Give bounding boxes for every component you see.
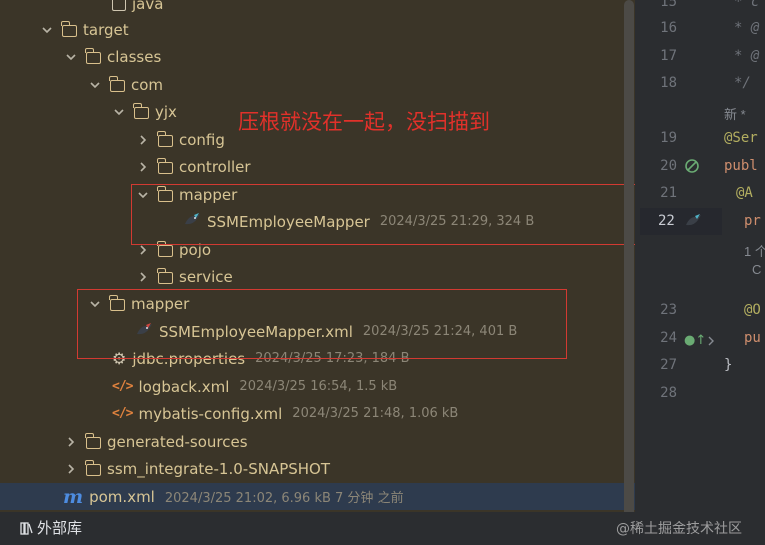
- chevron-down-icon[interactable]: [112, 105, 126, 119]
- chevron-right-icon[interactable]: [136, 160, 150, 174]
- project-tree: java target classes com yjx config contr…: [0, 0, 635, 545]
- library-icon: [20, 521, 33, 535]
- tree-row-pom-xml[interactable]: m pom.xml 2024/3/25 21:02, 6.96 kB 7 分钟 …: [0, 483, 635, 510]
- chevron-down-icon[interactable]: [88, 78, 102, 92]
- tree-row-classes[interactable]: classes: [0, 43, 635, 70]
- folder-icon: [157, 240, 173, 257]
- spring-bean-icon[interactable]: [684, 158, 700, 178]
- tree-row-controller[interactable]: controller: [0, 153, 635, 180]
- chevron-right-icon[interactable]: [64, 435, 78, 449]
- folder-icon: [85, 459, 101, 476]
- tree-row-mybatis-config-xml[interactable]: </> mybatis-config.xml 2024/3/25 21:48, …: [0, 400, 635, 427]
- code-editor[interactable]: * c * @ * @ */ 新 * @Ser publ @A pr 1 个 C…: [722, 0, 765, 545]
- tree-row-java[interactable]: java: [0, 0, 635, 17]
- override-gutter-icon[interactable]: ●↑: [684, 333, 706, 348]
- vertical-scrollbar[interactable]: [624, 0, 634, 540]
- highlight-box-xml-mapper: [77, 289, 567, 359]
- folder-icon: [61, 20, 77, 37]
- xml-file-icon: </>: [112, 379, 134, 394]
- chevron-down-icon[interactable]: [64, 50, 78, 64]
- annotation-text: 压根就没在一起，没扫描到: [238, 110, 490, 134]
- folder-icon: [133, 102, 149, 119]
- folder-icon: [85, 47, 101, 64]
- tree-row-external-libraries[interactable]: 外部库: [20, 517, 82, 538]
- folder-icon: [157, 267, 173, 284]
- bottom-strip: 外部库: [0, 512, 635, 545]
- folder-icon: [85, 432, 101, 449]
- editor-gutter: 15 16 17 18 19 20 21 23 24 27 28: [640, 0, 722, 545]
- highlight-box-class-mapper: [131, 184, 635, 245]
- xml-file-icon: </>: [112, 406, 134, 421]
- tree-row-service[interactable]: service: [0, 263, 635, 290]
- chevron-right-icon[interactable]: [706, 333, 716, 351]
- folder-icon: [157, 130, 173, 147]
- tree-row-com[interactable]: com: [0, 71, 635, 98]
- maven-icon: m: [63, 485, 84, 508]
- chevron-down-icon[interactable]: [40, 23, 54, 37]
- tree-row-target[interactable]: target: [0, 16, 635, 43]
- chevron-right-icon[interactable]: [64, 462, 78, 476]
- chevron-right-icon[interactable]: [136, 133, 150, 147]
- watermark: @稀土掘金技术社区: [616, 521, 742, 537]
- tree-row-snapshot[interactable]: ssm_integrate-1.0-SNAPSHOT: [0, 455, 635, 482]
- chevron-right-icon[interactable]: [136, 270, 150, 284]
- tree-row-generated-sources[interactable]: generated-sources: [0, 428, 635, 455]
- folder-icon: [109, 75, 125, 92]
- mybatis-gutter-icon[interactable]: [684, 213, 702, 233]
- source-folder-icon: [112, 0, 126, 11]
- tree-row-logback-xml[interactable]: </> logback.xml 2024/3/25 16:54, 1.5 kB: [0, 373, 635, 400]
- folder-icon: [157, 157, 173, 174]
